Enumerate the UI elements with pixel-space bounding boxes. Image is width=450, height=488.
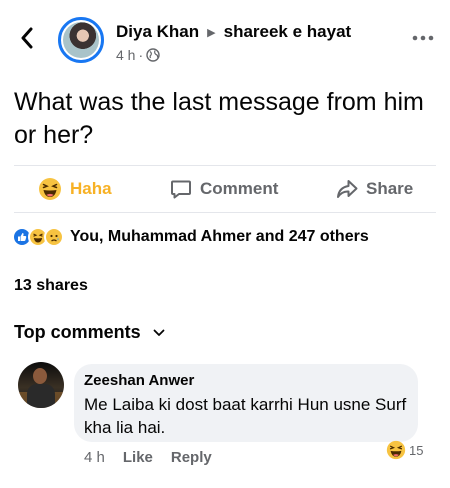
globe-icon: [146, 48, 160, 62]
avatar-face: [33, 368, 47, 384]
chevron-down-icon: [153, 329, 165, 336]
comment-label: Comment: [200, 179, 279, 198]
author-avatar[interactable]: [58, 17, 104, 63]
more-options-icon[interactable]: [408, 26, 438, 46]
group-name[interactable]: shareek e hayat: [224, 22, 352, 42]
comments-sort-dropdown[interactable]: Top comments: [14, 322, 165, 343]
comment-like-button[interactable]: Like: [123, 449, 153, 466]
post-meta: 4 h ·: [116, 47, 160, 63]
share-button[interactable]: Share: [336, 166, 413, 212]
comments-sort-label: Top comments: [14, 322, 141, 342]
avatar-figure: [27, 384, 55, 408]
author-name[interactable]: Diya Khan: [116, 22, 199, 42]
chevron-left-icon: [21, 27, 33, 49]
haha-icon: [39, 178, 61, 200]
haha-label: Haha: [70, 179, 112, 198]
comment-reaction-count[interactable]: 15: [386, 440, 423, 460]
comment-text: Me Laiba ki dost baat karrhi Hun usne Su…: [84, 395, 407, 437]
separator-dot: ·: [138, 47, 144, 63]
post-action-bar: Haha Comment Share: [0, 166, 450, 212]
comment-reaction-number: 15: [409, 442, 424, 458]
share-label: Share: [366, 179, 414, 198]
post-text: What was the last message from him or he…: [14, 88, 424, 149]
author-avatar-image: [63, 22, 99, 58]
reaction-summary[interactable]: You, Muhammad Ahmer and 247 others: [12, 226, 369, 248]
share-icon: [337, 180, 358, 198]
commenter-name[interactable]: Zeeshan Anwer: [84, 372, 408, 389]
haha-reaction-button[interactable]: Haha: [38, 166, 112, 212]
post-header: Diya Khan ▶ shareek e hayat 4 h ·: [0, 0, 450, 74]
comment-button[interactable]: Comment: [170, 166, 278, 212]
arrow-right-icon: ▶: [207, 26, 216, 39]
comment-icon: [171, 180, 191, 199]
comment-time[interactable]: 4 h: [84, 449, 105, 466]
divider: [14, 212, 436, 213]
haha-icon: [386, 440, 406, 460]
author-line: Diya Khan ▶ shareek e hayat: [116, 22, 351, 42]
comment-bubble[interactable]: Zeeshan Anwer Me Laiba ki dost baat karr…: [74, 364, 418, 442]
sad-icon: [44, 227, 64, 247]
back-button[interactable]: [14, 24, 40, 52]
post-time[interactable]: 4 h: [116, 47, 135, 63]
shares-count[interactable]: 13 shares: [14, 277, 88, 295]
reaction-summary-text: You, Muhammad Ahmer and 247 others: [70, 228, 369, 245]
comment-meta: 4 h Like Reply: [84, 449, 230, 466]
commenter-avatar[interactable]: [18, 362, 64, 408]
comment-reply-button[interactable]: Reply: [171, 449, 212, 466]
